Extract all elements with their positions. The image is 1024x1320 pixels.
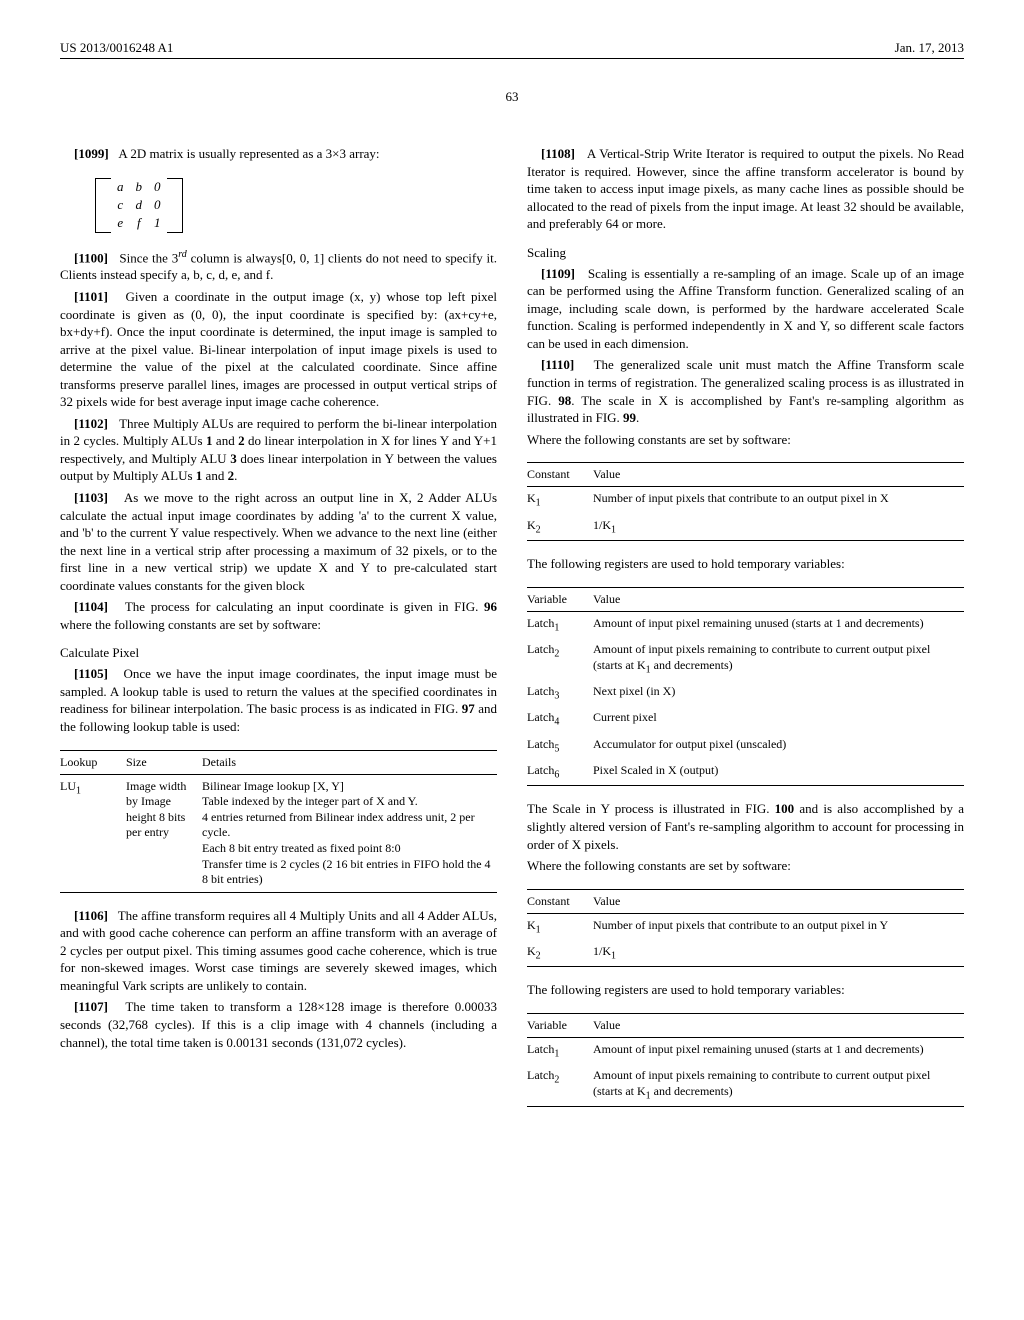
paragraph-1110: [1110] The generalized scale unit must m… [527, 356, 964, 426]
paragraph-1100: [1100] Since the 3rd column is always[0,… [60, 248, 497, 284]
scaling-heading: Scaling [527, 245, 964, 261]
affine-matrix: ab0 cd0 ef1 [95, 178, 497, 233]
paragraph-1105: [1105] Once we have the input image coor… [60, 665, 497, 735]
constants-intro-y: Where the following constants are set by… [527, 857, 964, 875]
paragraph-1108: [1108] A Vertical-Strip Write Iterator i… [527, 145, 964, 233]
variables-table-x: Variable Value Latch1Amount of input pix… [527, 587, 964, 787]
variables-table-y: Variable Value Latch1Amount of input pix… [527, 1013, 964, 1107]
table-row: Latch3Next pixel (in X) [527, 680, 964, 706]
table-row: Latch1Amount of input pixel remaining un… [527, 1037, 964, 1064]
left-column: [1099] A 2D matrix is usually represente… [60, 145, 497, 1121]
table-row: K1Number of input pixels that contribute… [527, 487, 964, 514]
paragraph-1104: [1104] The process for calculating an in… [60, 598, 497, 633]
table-row: Latch2Amount of input pixels remaining t… [527, 1064, 964, 1106]
table-row: K21/K1 [527, 940, 964, 967]
page-number: 63 [60, 89, 964, 105]
lookup-table: Lookup Size Details LU1 Image width by I… [60, 750, 497, 893]
table-row: Latch4Current pixel [527, 706, 964, 732]
page-header: US 2013/0016248 A1 Jan. 17, 2013 [60, 40, 964, 59]
registers-intro-x: The following registers are used to hold… [527, 555, 964, 573]
paragraph-1106: [1106] The affine transform requires all… [60, 907, 497, 995]
scale-y-text: The Scale in Y process is illustrated in… [527, 800, 964, 853]
table-row: K21/K1 [527, 514, 964, 541]
table-row: Latch1Amount of input pixel remaining un… [527, 611, 964, 638]
right-column: [1108] A Vertical-Strip Write Iterator i… [527, 145, 964, 1121]
paragraph-1099: [1099] A 2D matrix is usually represente… [60, 145, 497, 163]
constants-intro-x: Where the following constants are set by… [527, 431, 964, 449]
paragraph-1102: [1102] Three Multiply ALUs are required … [60, 415, 497, 485]
calc-pixel-heading: Calculate Pixel [60, 645, 497, 661]
table-row: Latch6Pixel Scaled in X (output) [527, 759, 964, 786]
two-column-body: [1099] A 2D matrix is usually represente… [60, 145, 964, 1121]
paragraph-1103: [1103] As we move to the right across an… [60, 489, 497, 594]
constants-table-y: Constant Value K1Number of input pixels … [527, 889, 964, 968]
publication-number: US 2013/0016248 A1 [60, 40, 173, 56]
table-row: Latch2Amount of input pixels remaining t… [527, 638, 964, 680]
table-row: LU1 Image width by Image height 8 bits p… [60, 774, 497, 892]
paragraph-1107: [1107] The time taken to transform a 128… [60, 998, 497, 1051]
constants-table-x: Constant Value K1Number of input pixels … [527, 462, 964, 541]
publication-date: Jan. 17, 2013 [895, 40, 964, 56]
paragraph-1109: [1109] Scaling is essentially a re-sampl… [527, 265, 964, 353]
paragraph-1101: [1101] Given a coordinate in the output … [60, 288, 497, 411]
table-row: Latch5Accumulator for output pixel (unsc… [527, 733, 964, 759]
registers-intro-y: The following registers are used to hold… [527, 981, 964, 999]
table-row: K1Number of input pixels that contribute… [527, 913, 964, 940]
